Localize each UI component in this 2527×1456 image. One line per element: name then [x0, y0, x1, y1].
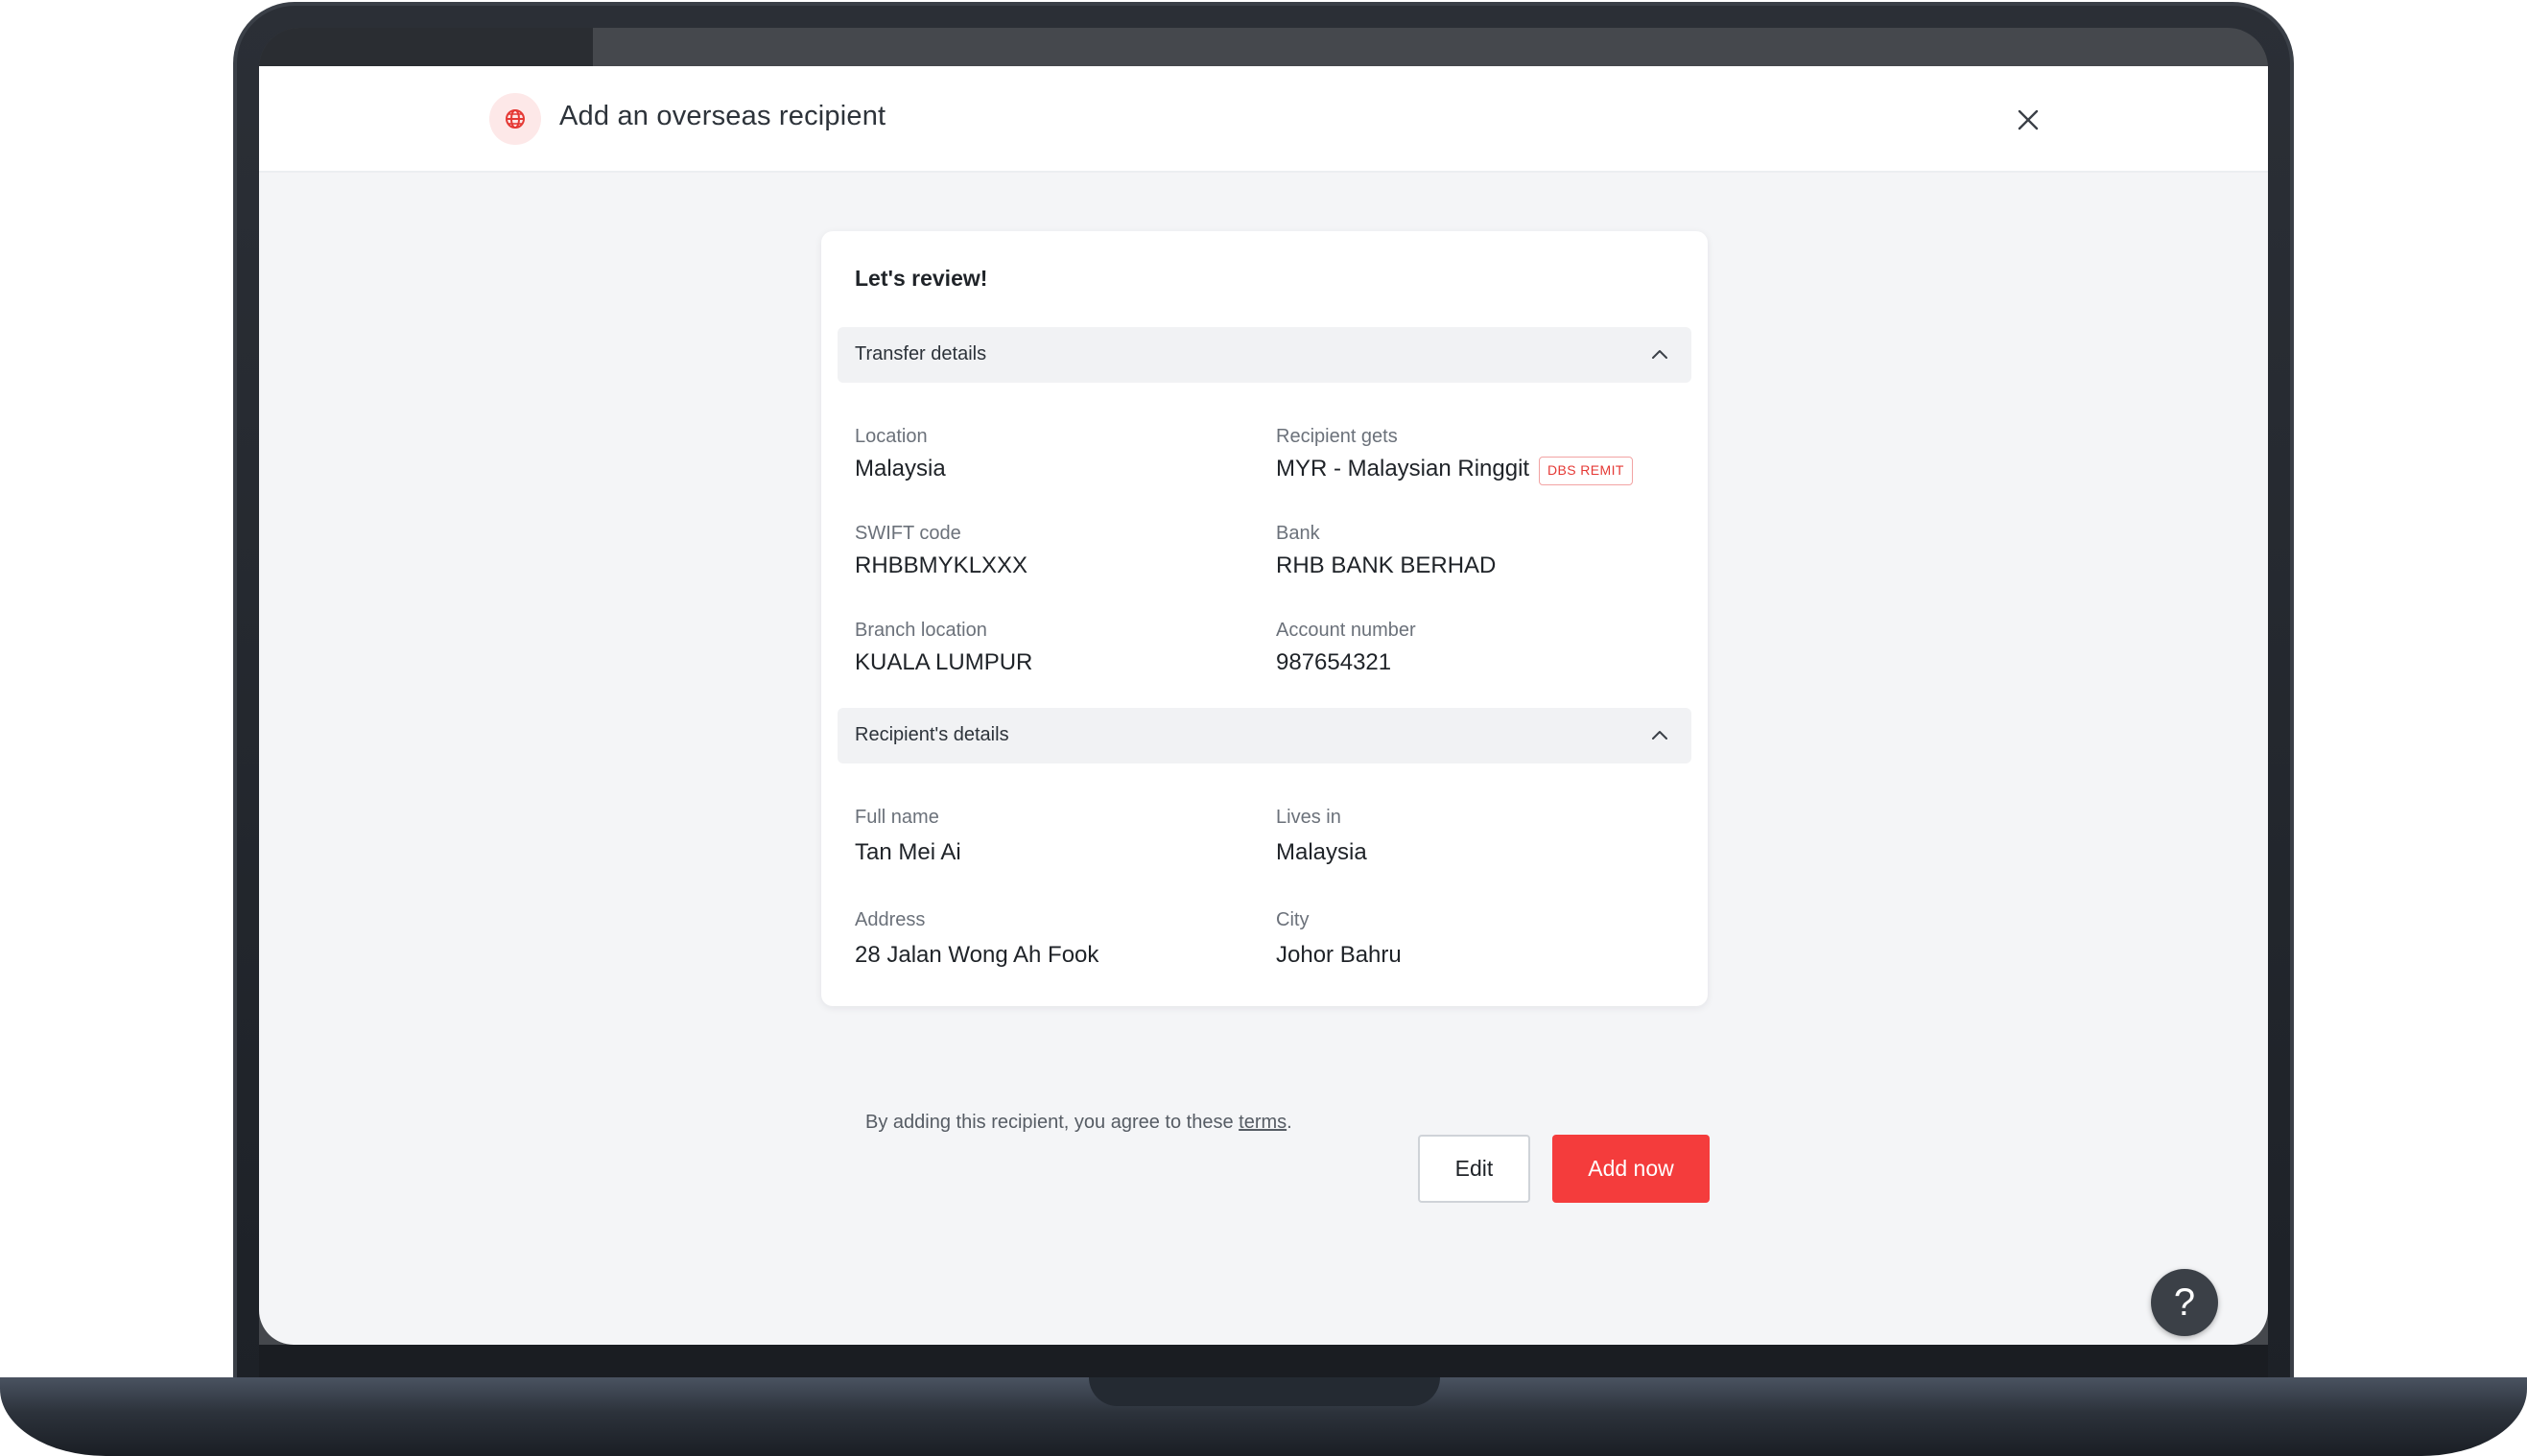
- laptop-screen: Add an overseas recipient Let's review! …: [259, 28, 2268, 1345]
- help-icon: ?: [2173, 1280, 2196, 1324]
- address-value: 28 Jalan Wong Ah Fook: [855, 942, 1099, 968]
- lives-in-value: Malaysia: [1276, 839, 1367, 865]
- close-icon[interactable]: [2011, 103, 2045, 137]
- swift-code-value: RHBBMYKLXXX: [855, 552, 1028, 578]
- branch-location-label: Branch location: [855, 620, 987, 641]
- bank-label: Bank: [1276, 523, 1320, 544]
- swift-code-label: SWIFT code: [855, 523, 961, 544]
- section-label: Transfer details: [855, 343, 987, 364]
- recipient-gets-value: MYR - Malaysian Ringgit: [1276, 456, 1530, 481]
- modal-title: Add an overseas recipient: [559, 101, 886, 131]
- chevron-up-icon: [1649, 725, 1670, 746]
- screen-bezel-bottom: [259, 1345, 2268, 1377]
- background-app-strip: [259, 28, 593, 66]
- dbs-remit-badge: DBS REMIT: [1539, 457, 1633, 485]
- transfer-details-toggle[interactable]: Transfer details: [838, 327, 1691, 383]
- terms-prefix: By adding this recipient, you agree to t…: [865, 1112, 1240, 1133]
- chevron-up-icon: [1649, 344, 1670, 365]
- full-name-value: Tan Mei Ai: [855, 839, 961, 865]
- globe-icon: [489, 93, 541, 145]
- review-card: Let's review! Transfer details Location …: [821, 231, 1708, 1006]
- full-name-label: Full name: [855, 807, 939, 828]
- add-now-button[interactable]: Add now: [1552, 1135, 1710, 1203]
- location-value: Malaysia: [855, 456, 946, 481]
- bank-value: RHB BANK BERHAD: [1276, 552, 1497, 578]
- account-number-label: Account number: [1276, 620, 1416, 641]
- terms-link[interactable]: terms: [1239, 1112, 1287, 1133]
- city-value: Johor Bahru: [1276, 942, 1402, 968]
- terms-text: By adding this recipient, you agree to t…: [865, 1112, 1292, 1134]
- account-number-value: 987654321: [1276, 649, 1392, 675]
- recipient-details-toggle[interactable]: Recipient's details: [838, 708, 1691, 763]
- modal-window: Add an overseas recipient Let's review! …: [259, 66, 2268, 1345]
- location-label: Location: [855, 426, 928, 447]
- modal-header: Add an overseas recipient: [259, 66, 2268, 173]
- edit-button[interactable]: Edit: [1418, 1135, 1530, 1203]
- branch-location-value: KUALA LUMPUR: [855, 649, 1033, 675]
- laptop-notch: [1089, 1377, 1440, 1406]
- section-label: Recipient's details: [855, 724, 1009, 745]
- address-label: Address: [855, 909, 926, 930]
- recipient-gets-label: Recipient gets: [1276, 426, 1398, 447]
- lives-in-label: Lives in: [1276, 807, 1341, 828]
- help-button[interactable]: ?: [2151, 1269, 2218, 1336]
- terms-suffix: .: [1287, 1112, 1292, 1133]
- review-title: Let's review!: [855, 266, 988, 291]
- city-label: City: [1276, 909, 1310, 930]
